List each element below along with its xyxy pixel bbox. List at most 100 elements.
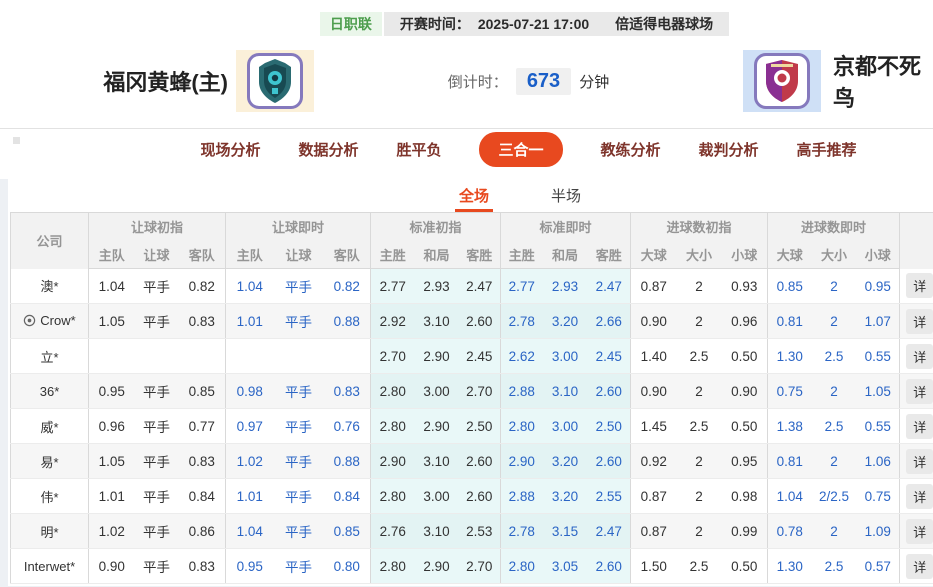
odds-cell bbox=[323, 338, 371, 374]
nav-tab-4[interactable]: 教练分析 bbox=[601, 139, 661, 160]
odds-cell: 0.95 bbox=[225, 548, 274, 584]
odds-cell: 1.01 bbox=[225, 303, 274, 339]
odds-cell: 2.70 bbox=[370, 338, 415, 374]
odds-cell: 0.83 bbox=[178, 303, 226, 339]
odds-table-body: 澳* 1.04 平手 0.82 1.04 平手 0.82 2.77 2.93 2.47 2.77 2.… bbox=[10, 268, 933, 584]
company-name[interactable]: 威* bbox=[10, 408, 89, 444]
odds-cell: 2.88 bbox=[500, 373, 543, 409]
odds-cell: 1.30 bbox=[767, 548, 812, 584]
company-name[interactable]: Crow* bbox=[10, 303, 89, 339]
nav-tab-3[interactable]: 三合一 bbox=[479, 132, 563, 167]
odds-cell: 0.97 bbox=[225, 408, 274, 444]
odds-cell: 0.95 bbox=[856, 268, 900, 304]
detail-cell: 详 bbox=[899, 268, 933, 304]
odds-cell: 2 bbox=[811, 443, 857, 479]
table-row: 易* 1.05 平手 0.83 1.02 平手 0.88 2.90 3.10 2.60 2.90 3.… bbox=[10, 443, 933, 479]
odds-cell: 1.01 bbox=[88, 478, 135, 514]
odds-cell: 2.80 bbox=[370, 478, 415, 514]
nav-bullet-icon bbox=[13, 137, 20, 144]
league-badge[interactable]: 日职联 bbox=[319, 12, 382, 36]
odds-cell: 0.50 bbox=[721, 548, 768, 584]
odds-cell: 平手 bbox=[134, 443, 179, 479]
home-team-name: 福冈黄蜂(主) bbox=[103, 70, 228, 95]
odds-cell: 0.80 bbox=[323, 548, 371, 584]
odds-cell: 0.77 bbox=[178, 408, 226, 444]
odds-cell: 0.78 bbox=[767, 513, 812, 549]
odds-cell: 0.95 bbox=[88, 373, 135, 409]
odds-cell: 2.76 bbox=[370, 513, 415, 549]
company-column-header: 公司 bbox=[10, 212, 89, 269]
odds-cell: 3.00 bbox=[542, 408, 588, 444]
odds-cell: 2.70 bbox=[458, 373, 501, 409]
company-name[interactable]: Interwet* bbox=[10, 548, 89, 584]
scope-tabs: 全场 半场 bbox=[50, 179, 933, 212]
odds-cell: 平手 bbox=[273, 373, 324, 409]
odds-cell: 平手 bbox=[134, 268, 179, 304]
detail-cell: 详 bbox=[899, 478, 933, 514]
odds-cell bbox=[178, 338, 226, 374]
table-row: 立* 2.70 2.90 2.45 2.62 3.00 2.45 1.40 2.5 0.50 1.3… bbox=[10, 338, 933, 374]
odds-cell: 平手 bbox=[273, 443, 324, 479]
odds-cell: 0.87 bbox=[630, 268, 677, 304]
company-name[interactable]: 36* bbox=[10, 373, 89, 409]
company-name[interactable]: 易* bbox=[10, 443, 89, 479]
detail-button[interactable]: 详 bbox=[906, 273, 933, 299]
nav-tab-1[interactable]: 数据分析 bbox=[298, 139, 358, 160]
company-name[interactable]: 澳* bbox=[10, 268, 89, 304]
detail-button[interactable]: 详 bbox=[906, 448, 933, 474]
odds-cell: 平手 bbox=[273, 513, 324, 549]
detail-button[interactable]: 详 bbox=[906, 343, 933, 369]
odds-cell: 2.90 bbox=[500, 443, 543, 479]
group-header-0: 让球初指 bbox=[88, 212, 226, 241]
odds-cell: 2.50 bbox=[458, 408, 501, 444]
detail-button[interactable]: 详 bbox=[906, 413, 933, 439]
company-name[interactable]: 伟* bbox=[10, 478, 89, 514]
odds-cell: 0.83 bbox=[178, 443, 226, 479]
odds-cell: 2.60 bbox=[458, 303, 501, 339]
detail-button[interactable]: 详 bbox=[906, 518, 933, 544]
odds-cell: 平手 bbox=[273, 268, 324, 304]
odds-cell: 2.5 bbox=[676, 548, 722, 584]
match-header: 日职联 开赛时间： 2025-07-21 17:00 倍适得电器球场 福冈黄蜂(主… bbox=[0, 0, 933, 170]
home-logo-frame bbox=[247, 53, 303, 109]
odds-cell: 0.88 bbox=[323, 303, 371, 339]
odds-cell: 平手 bbox=[273, 478, 324, 514]
odds-cell: 2.90 bbox=[414, 548, 459, 584]
odds-cell: 1.05 bbox=[88, 303, 135, 339]
detail-button[interactable]: 详 bbox=[906, 378, 933, 404]
odds-cell: 2.5 bbox=[676, 338, 722, 374]
nav-tab-0[interactable]: 现场分析 bbox=[200, 139, 260, 160]
odds-cell: 2.90 bbox=[414, 408, 459, 444]
sub-header-1: 让球 bbox=[134, 240, 179, 269]
nav-tab-6[interactable]: 高手推荐 bbox=[797, 139, 857, 160]
odds-cell: 2.53 bbox=[458, 513, 501, 549]
group-header-3: 标准即时 bbox=[500, 212, 631, 241]
odds-cell: 2.47 bbox=[587, 268, 631, 304]
scope-tab-0[interactable]: 全场 bbox=[454, 179, 493, 212]
odds-cell: 2.78 bbox=[500, 303, 543, 339]
company-name[interactable]: 立* bbox=[10, 338, 89, 374]
odds-cell: 0.85 bbox=[178, 373, 226, 409]
detail-button[interactable]: 详 bbox=[906, 308, 933, 334]
odds-cell: 2 bbox=[676, 513, 722, 549]
detail-column-header bbox=[899, 212, 933, 269]
odds-cell: 2.93 bbox=[542, 268, 588, 304]
detail-button[interactable]: 详 bbox=[906, 483, 933, 509]
odds-cell: 3.00 bbox=[414, 373, 459, 409]
venue-name: 倍适得电器球场 bbox=[615, 16, 714, 32]
company-name[interactable]: 明* bbox=[10, 513, 89, 549]
odds-cell: 1.02 bbox=[88, 513, 135, 549]
odds-cell: 1.07 bbox=[856, 303, 900, 339]
odds-cell: 0.75 bbox=[856, 478, 900, 514]
countdown-label: 倒计时： bbox=[447, 73, 508, 91]
nav-tab-2[interactable]: 胜平负 bbox=[396, 139, 441, 160]
group-header-1: 让球即时 bbox=[225, 212, 371, 241]
odds-cell: 2.5 bbox=[811, 548, 857, 584]
detail-button[interactable]: 详 bbox=[906, 553, 933, 579]
nav-tab-5[interactable]: 裁判分析 bbox=[699, 139, 759, 160]
kickoff-info-bar: 开赛时间： 2025-07-21 17:00 倍适得电器球场 bbox=[383, 12, 730, 36]
scope-tab-1[interactable]: 半场 bbox=[547, 179, 585, 212]
sub-header-6: 主胜 bbox=[370, 240, 415, 269]
odds-cell: 1.04 bbox=[88, 268, 135, 304]
kickoff-time: 2025-07-21 17:00 bbox=[477, 16, 590, 32]
